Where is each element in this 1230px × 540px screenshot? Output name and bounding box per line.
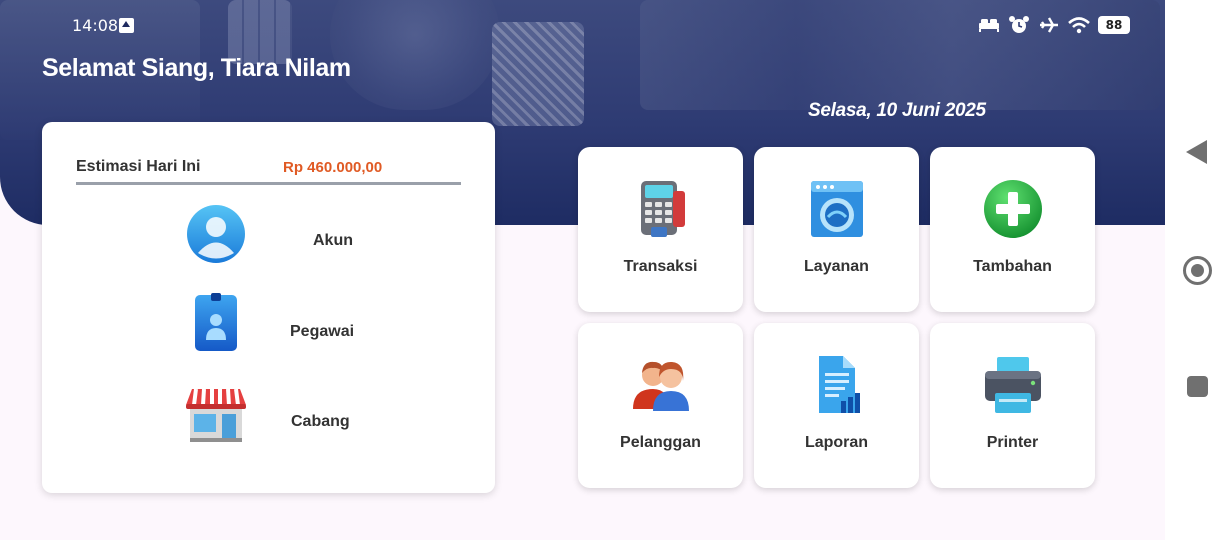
tile-label-printer: Printer: [986, 434, 1039, 451]
payment-terminal-icon: [640, 181, 685, 237]
estimation-card: Estimasi Hari Ini Rp 460.000,00 Akun Peg…: [42, 122, 495, 493]
tile-layanan[interactable]: Layanan: [754, 147, 919, 312]
tile-tambahan[interactable]: Tambahan: [930, 147, 1095, 312]
estimation-label: Estimasi Hari Ini: [76, 158, 201, 175]
menu-label-akun: Akun: [313, 232, 353, 249]
background-basket: [492, 22, 584, 126]
battery-icon: 88: [1098, 16, 1130, 34]
plus-icon: [983, 180, 1042, 238]
printer-icon: [984, 357, 1041, 413]
customers-icon: [632, 361, 689, 411]
divider: [76, 182, 461, 185]
tile-pelanggan[interactable]: Pelanggan: [578, 323, 743, 488]
menu-item-pegawai[interactable]: Pegawai: [42, 292, 495, 362]
tile-label-laporan: Laporan: [804, 434, 869, 451]
tile-label-transaksi: Transaksi: [623, 258, 698, 275]
washing-machine-icon: [810, 181, 863, 237]
tile-label-pelanggan: Pelanggan: [620, 434, 701, 451]
report-icon: [818, 356, 860, 413]
date-label: Selasa, 10 Juni 2025: [808, 100, 986, 121]
greeting-title: Selamat Siang, Tiara Nilam: [42, 54, 351, 82]
status-time: 14:08: [72, 16, 119, 35]
alarm-icon: [1009, 16, 1029, 33]
upload-icon: [119, 18, 134, 33]
menu-label-cabang: Cabang: [291, 413, 350, 430]
wifi-icon: [1068, 17, 1090, 34]
menu-item-cabang[interactable]: Cabang: [42, 383, 495, 453]
tile-label-layanan: Layanan: [804, 258, 869, 275]
home-icon[interactable]: [1183, 256, 1212, 285]
menu-item-akun[interactable]: Akun: [42, 202, 495, 272]
background-washer: [330, 0, 500, 110]
back-icon[interactable]: [1186, 140, 1207, 164]
bed-icon: [979, 19, 999, 32]
status-icons: 88: [978, 14, 1130, 36]
tile-printer[interactable]: Printer: [930, 323, 1095, 488]
estimation-value: Rp 460.000,00: [283, 159, 383, 176]
employee-badge-icon: [195, 293, 237, 351]
store-icon: [186, 388, 246, 442]
menu-label-pegawai: Pegawai: [290, 323, 355, 340]
airplane-icon: [1040, 17, 1058, 33]
tile-transaksi[interactable]: Transaksi: [578, 147, 743, 312]
tile-label-tambahan: Tambahan: [973, 258, 1052, 275]
recent-apps-icon[interactable]: [1187, 376, 1208, 397]
account-icon: [187, 205, 245, 263]
tile-laporan[interactable]: Laporan: [754, 323, 919, 488]
